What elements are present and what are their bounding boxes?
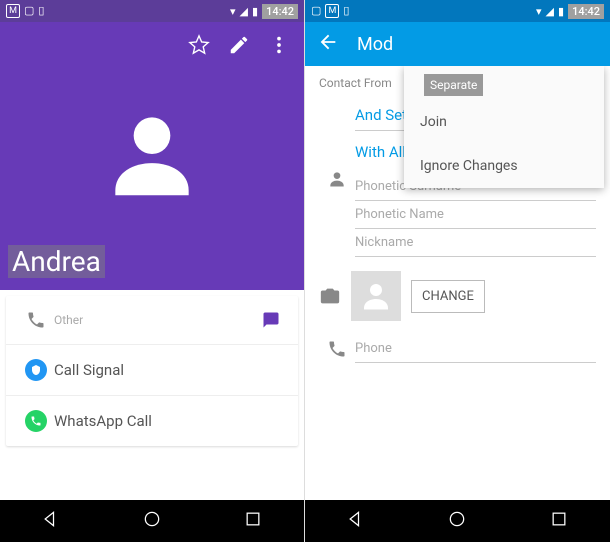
gmail-icon: M: [325, 4, 339, 18]
recent-nav-button[interactable]: [243, 509, 263, 533]
screenshot-icon: ▢: [311, 4, 321, 18]
contact-name: Andrea: [8, 245, 105, 278]
phone-contact-view: M ▢ ▯ ▾ ◢ ▮ 14:42 Andrea Other: [0, 0, 305, 542]
change-photo-button[interactable]: CHANGE: [411, 280, 485, 313]
clock: 14:42: [262, 4, 298, 19]
photo-thumbnail[interactable]: [351, 271, 401, 321]
overflow-menu: Separate Join Ignore Changes: [404, 66, 604, 188]
whatsapp-label: WhatsApp Call: [54, 412, 286, 430]
back-button[interactable]: [317, 31, 339, 57]
edit-button[interactable]: [228, 34, 250, 60]
whatsapp-icon: [25, 410, 47, 432]
contact-avatar: [97, 99, 207, 213]
signal-label: Call Signal: [54, 361, 286, 379]
back-nav-button[interactable]: [346, 509, 366, 533]
contact-body: Other Call Signal WhatsApp Call: [0, 290, 304, 500]
message-icon[interactable]: [262, 311, 280, 329]
recent-nav-button[interactable]: [549, 509, 569, 533]
status-bar: M ▢ ▯ ▾ ◢ ▮ 14:42: [0, 0, 304, 22]
battery-icon: ▮: [558, 5, 564, 18]
more-button[interactable]: [268, 34, 290, 60]
app-bar: Mod: [305, 22, 610, 66]
nav-bar: [0, 500, 304, 542]
wifi-icon: ▾: [536, 5, 542, 18]
sim-icon: ▯: [38, 4, 44, 18]
battery-icon: ▮: [252, 5, 258, 18]
contact-header: Andrea: [0, 22, 304, 290]
signal-icon: [25, 359, 47, 381]
home-nav-button[interactable]: [447, 509, 467, 533]
star-button[interactable]: [188, 34, 210, 60]
phone-icon: [327, 339, 347, 359]
nav-bar: [305, 500, 610, 542]
person-icon: [327, 169, 347, 189]
home-nav-button[interactable]: [142, 509, 162, 533]
whatsapp-row[interactable]: WhatsApp Call: [6, 396, 298, 446]
menu-join[interactable]: Join: [404, 100, 604, 144]
back-nav-button[interactable]: [41, 509, 61, 533]
phone-field[interactable]: [355, 335, 596, 363]
edit-body: Separate Join Ignore Changes Contact Fro…: [305, 66, 610, 500]
nickname-field[interactable]: [355, 229, 596, 257]
phone-edit-contact: ▢ M ▯ ▾ ◢ ▮ 14:42 Mod Separate Join Igno…: [305, 0, 610, 542]
signal-icon: ◢: [546, 5, 554, 18]
gmail-icon: M: [6, 4, 20, 18]
menu-ignore-changes[interactable]: Ignore Changes: [404, 144, 604, 188]
sim-icon: ▯: [343, 4, 349, 18]
menu-separate[interactable]: Separate: [424, 74, 483, 96]
signal-icon: ◢: [240, 5, 248, 18]
wifi-icon: ▾: [230, 5, 236, 18]
phone-type-label: Other: [54, 313, 256, 327]
phonetic-name-field[interactable]: [355, 201, 596, 229]
clock: 14:42: [568, 4, 604, 19]
phone-row-other[interactable]: Other: [6, 296, 298, 345]
app-bar-title: Mod: [357, 34, 393, 55]
signal-row[interactable]: Call Signal: [6, 345, 298, 396]
phone-icon: [26, 310, 46, 330]
status-bar: ▢ M ▯ ▾ ◢ ▮ 14:42: [305, 0, 610, 22]
screenshot-icon: ▢: [24, 4, 34, 18]
camera-icon: [319, 285, 341, 307]
